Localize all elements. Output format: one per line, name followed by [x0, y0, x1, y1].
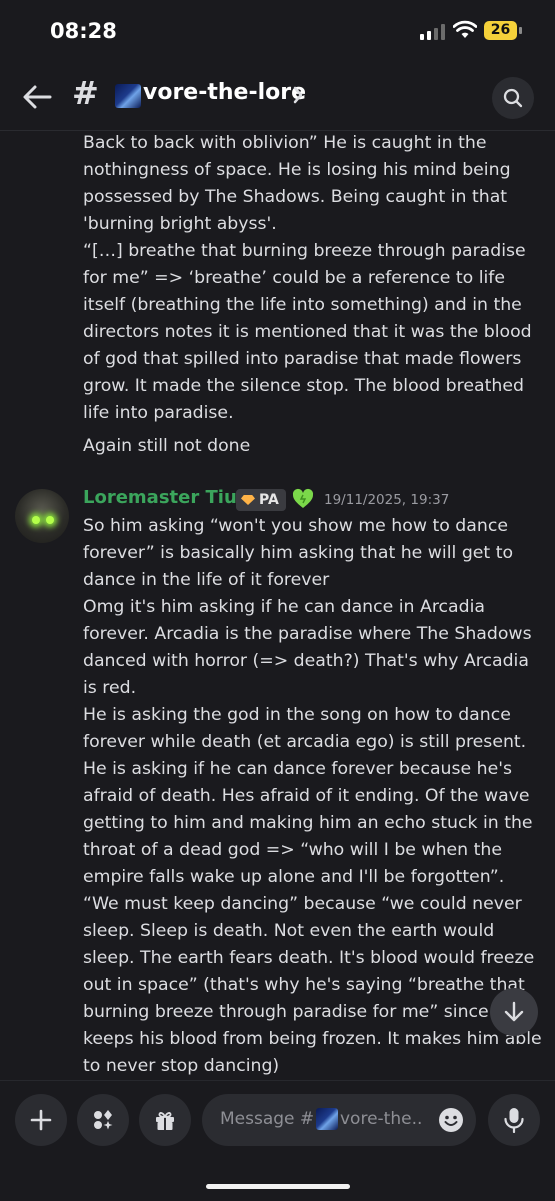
message-input[interactable]: Message # vore-the..: [202, 1094, 476, 1146]
author-name[interactable]: Loremaster Tiup: [83, 487, 250, 508]
voice-message-button[interactable]: [488, 1094, 540, 1146]
channel-emoji-icon: [316, 1108, 338, 1130]
microphone-icon: [504, 1108, 524, 1133]
status-time: 08:28: [50, 19, 117, 43]
battery-tip: [519, 27, 522, 34]
message-input-placeholder: Message #: [220, 1109, 315, 1129]
cellular-signal-icon: [420, 24, 445, 40]
search-button[interactable]: [492, 77, 534, 119]
message-text: Back to back with oblivion” He is caught…: [83, 133, 532, 423]
channel-emoji-icon: [115, 84, 141, 108]
message-continuation[interactable]: Back to back with oblivion” He is caught…: [83, 130, 543, 427]
emoji-icon[interactable]: [438, 1107, 464, 1133]
battery-indicator: 26: [484, 21, 517, 40]
gift-icon: [156, 1112, 174, 1130]
hash-icon: #: [72, 74, 99, 112]
status-bar: 08:28 26: [0, 0, 555, 62]
arrow-down-icon: [504, 1001, 524, 1022]
avatar-eye: [32, 516, 40, 524]
message-composer: Message # vore-the..: [0, 1080, 555, 1201]
message-input-placeholder-channel: vore-the..: [340, 1109, 423, 1129]
message-text: Again still not done: [83, 436, 251, 456]
channel-name[interactable]: vore-the-lore: [143, 80, 306, 105]
channel-header: # vore-the-lore: [0, 62, 555, 131]
gift-button[interactable]: [139, 1094, 191, 1146]
add-attachment-button[interactable]: [15, 1094, 67, 1146]
message-text: So him asking “won't you show me how to …: [83, 516, 542, 1076]
home-indicator: [206, 1184, 350, 1189]
role-badge[interactable]: PA: [236, 489, 286, 511]
gem-icon: [241, 495, 255, 505]
arrow-left-icon[interactable]: [20, 82, 54, 112]
plus-icon: [30, 1109, 52, 1131]
apps-button[interactable]: [77, 1094, 129, 1146]
scroll-to-bottom-button[interactable]: [490, 988, 538, 1036]
green-heart-icon: [292, 488, 314, 508]
apps-icon: [94, 1110, 113, 1130]
avatar-eye: [46, 516, 54, 524]
search-icon: [503, 88, 523, 108]
chevron-right-icon[interactable]: [292, 84, 304, 106]
message-timestamp: 19/11/2025, 19:37: [324, 492, 450, 508]
wifi-icon: [453, 20, 477, 38]
avatar[interactable]: [15, 489, 69, 543]
message-body[interactable]: So him asking “won't you show me how to …: [83, 513, 543, 1080]
message-continuation[interactable]: Again still not done: [83, 433, 543, 460]
